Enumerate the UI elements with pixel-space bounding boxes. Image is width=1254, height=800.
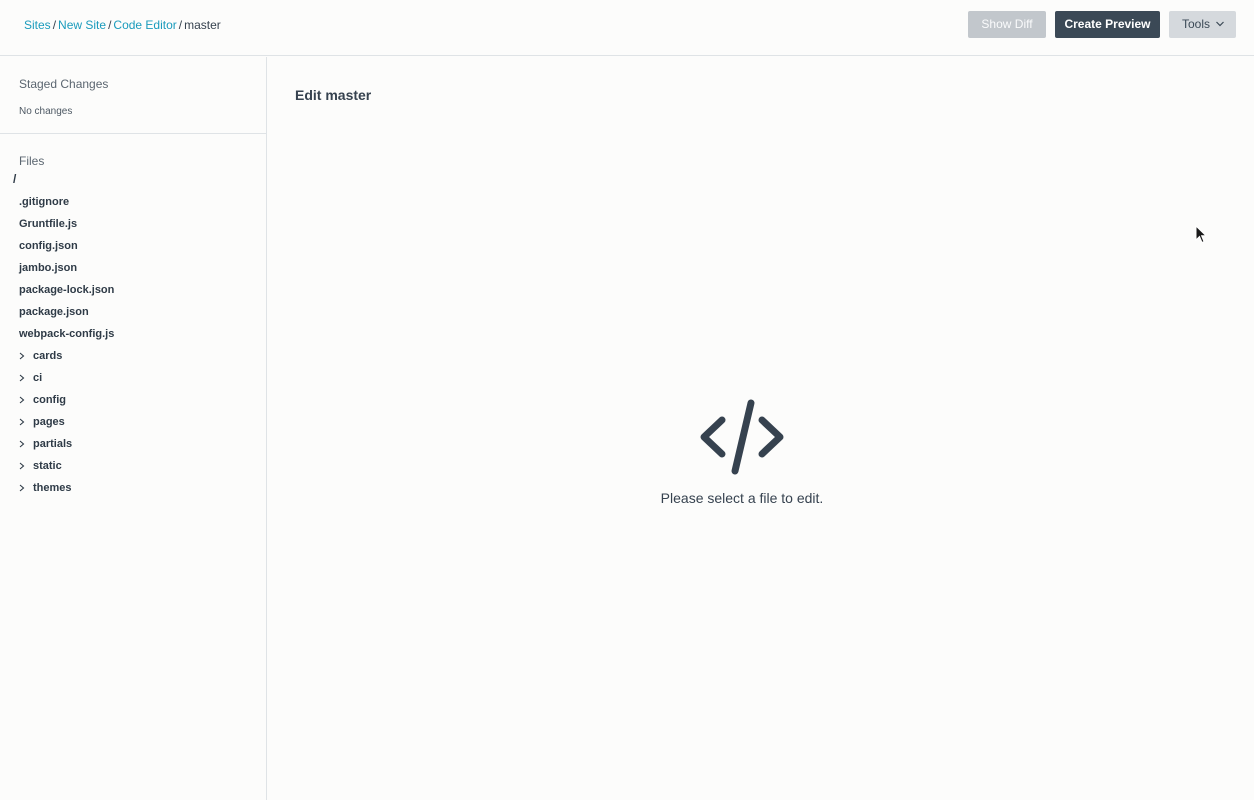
chevron-down-icon [1216,21,1224,27]
chevron-right-icon [19,462,25,470]
file-item[interactable]: config.json [19,239,78,253]
code-icon [700,399,784,475]
folder-name: partials [33,438,73,450]
folder-name: static [33,460,62,472]
breadcrumb-separator: / [52,18,57,32]
file-tree-root[interactable]: / [13,172,16,186]
no-changes-text: No changes [19,106,73,117]
chevron-right-icon [19,484,25,492]
sidebar: Staged Changes No changes Files / .gitig… [0,57,267,800]
top-bar: Sites / New Site / Code Editor / master Show D… [0,0,1254,56]
page-title: Edit master [295,87,372,103]
chevron-right-icon [19,352,25,360]
chevron-right-icon [19,396,25,404]
tools-dropdown-button[interactable]: Tools [1169,11,1236,38]
files-title: Files [19,154,45,168]
file-item[interactable]: package-lock.json [19,283,114,297]
file-item[interactable]: jambo.json [19,261,77,275]
staged-changes-title: Staged Changes [19,77,109,91]
sidebar-divider [0,133,267,134]
breadcrumb: Sites / New Site / Code Editor / master [24,17,221,33]
folder-name: cards [33,350,63,362]
folder-name: pages [33,416,65,428]
folder-name: themes [33,482,72,494]
mouse-pointer-icon [1195,225,1207,244]
file-item[interactable]: Gruntfile.js [19,217,77,231]
empty-state-message: Please select a file to edit. [660,490,824,506]
file-item[interactable]: package.json [19,305,89,319]
file-item[interactable]: .gitignore [19,195,69,209]
tools-label: Tools [1182,17,1211,31]
chevron-right-icon [19,418,25,426]
folder-name: ci [33,372,43,384]
breadcrumb-new-site[interactable]: New Site [58,18,106,32]
file-item[interactable]: webpack-config.js [19,327,114,341]
show-diff-button[interactable]: Show Diff [968,11,1046,38]
create-preview-button[interactable]: Create Preview [1055,11,1160,38]
chevron-right-icon [19,440,25,448]
chevron-right-icon [19,374,25,382]
folder-name: config [33,394,66,406]
breadcrumb-sites[interactable]: Sites [24,18,51,32]
breadcrumb-code-editor[interactable]: Code Editor [113,18,176,32]
breadcrumb-current: master [184,18,221,32]
